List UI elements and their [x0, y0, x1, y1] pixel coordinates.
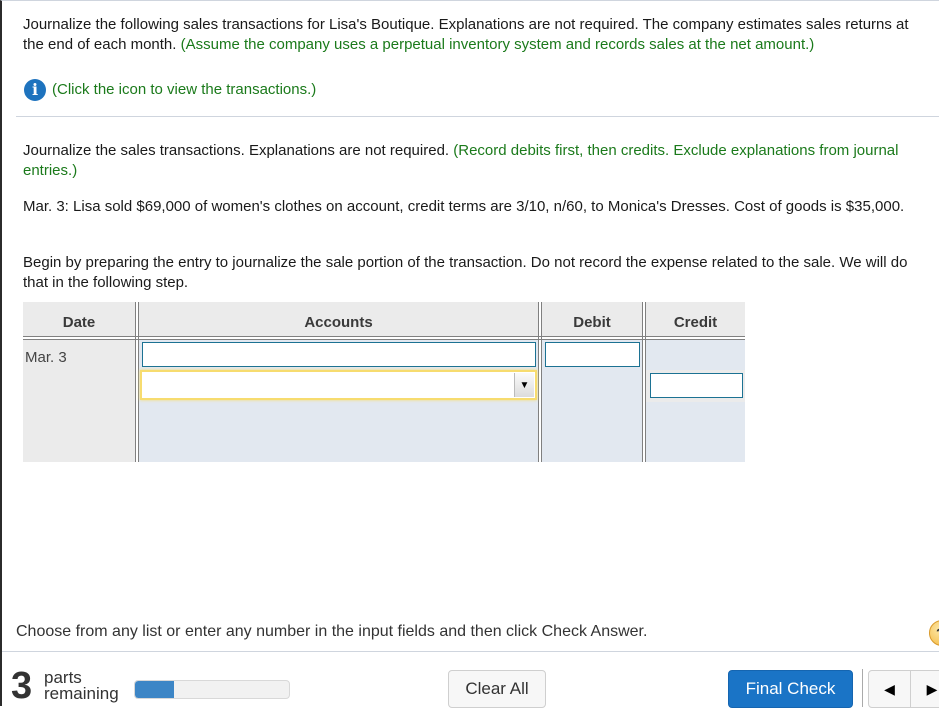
column-rule: [642, 302, 646, 462]
problem-statement: Journalize the following sales transacti…: [23, 15, 933, 55]
problem-assumption: (Assume the company uses a perpetual inv…: [180, 36, 815, 53]
account-input-row-1[interactable]: [142, 342, 536, 367]
final-check-button[interactable]: Final Check: [728, 670, 853, 708]
header-date: Date: [23, 302, 135, 336]
clear-all-button[interactable]: Clear All: [448, 670, 546, 708]
step-instructions: Begin by preparing the entry to journali…: [23, 254, 908, 291]
credit-input-row-2[interactable]: [650, 373, 743, 398]
account-select-row-2[interactable]: ▼: [140, 370, 537, 400]
header-debit: Debit: [542, 302, 642, 336]
instructions-text: Journalize the sales transactions. Expla…: [23, 142, 450, 159]
column-rule: [135, 302, 139, 462]
previous-arrow-icon[interactable]: ◀: [869, 671, 911, 707]
question-frame: Journalize the following sales transacti…: [0, 0, 939, 708]
help-icon[interactable]: ?: [929, 620, 939, 646]
parts-remaining-count: 3: [11, 665, 33, 707]
button-separator: [862, 669, 863, 707]
transaction-text: Mar. 3: Lisa sold $69,000 of women's clo…: [23, 198, 905, 215]
header-accounts: Accounts: [139, 302, 538, 336]
view-transactions-link[interactable]: (Click the icon to view the transactions…: [52, 80, 316, 100]
footer-divider: [2, 651, 939, 652]
parts-label-line-2: remaining: [44, 684, 119, 703]
parts-progress-bar: [134, 680, 290, 699]
header-credit: Credit: [646, 302, 745, 336]
question-nav: ◀ ▶: [868, 670, 939, 708]
account-input-row-2[interactable]: [142, 372, 512, 398]
column-rule: [538, 302, 542, 462]
progress-fill: [135, 681, 174, 698]
date-column: Mar. 3: [23, 340, 135, 462]
journal-entry-table: Date Accounts Debit Credit Mar. 3 ▼: [23, 302, 745, 462]
header-rule: [23, 336, 745, 340]
transactions-link-row[interactable]: i (Click the icon to view the transactio…: [24, 79, 934, 101]
divider: [16, 116, 939, 117]
dropdown-arrow-icon[interactable]: ▼: [514, 373, 534, 397]
answer-hint: Choose from any list or enter any number…: [16, 623, 648, 640]
part-instructions: Journalize the sales transactions. Expla…: [23, 141, 933, 181]
next-arrow-icon[interactable]: ▶: [911, 671, 939, 707]
entry-date: Mar. 3: [25, 349, 67, 366]
debit-input-row-1[interactable]: [545, 342, 640, 367]
parts-remaining-label: parts remaining: [44, 669, 119, 703]
info-icon[interactable]: i: [24, 79, 46, 101]
